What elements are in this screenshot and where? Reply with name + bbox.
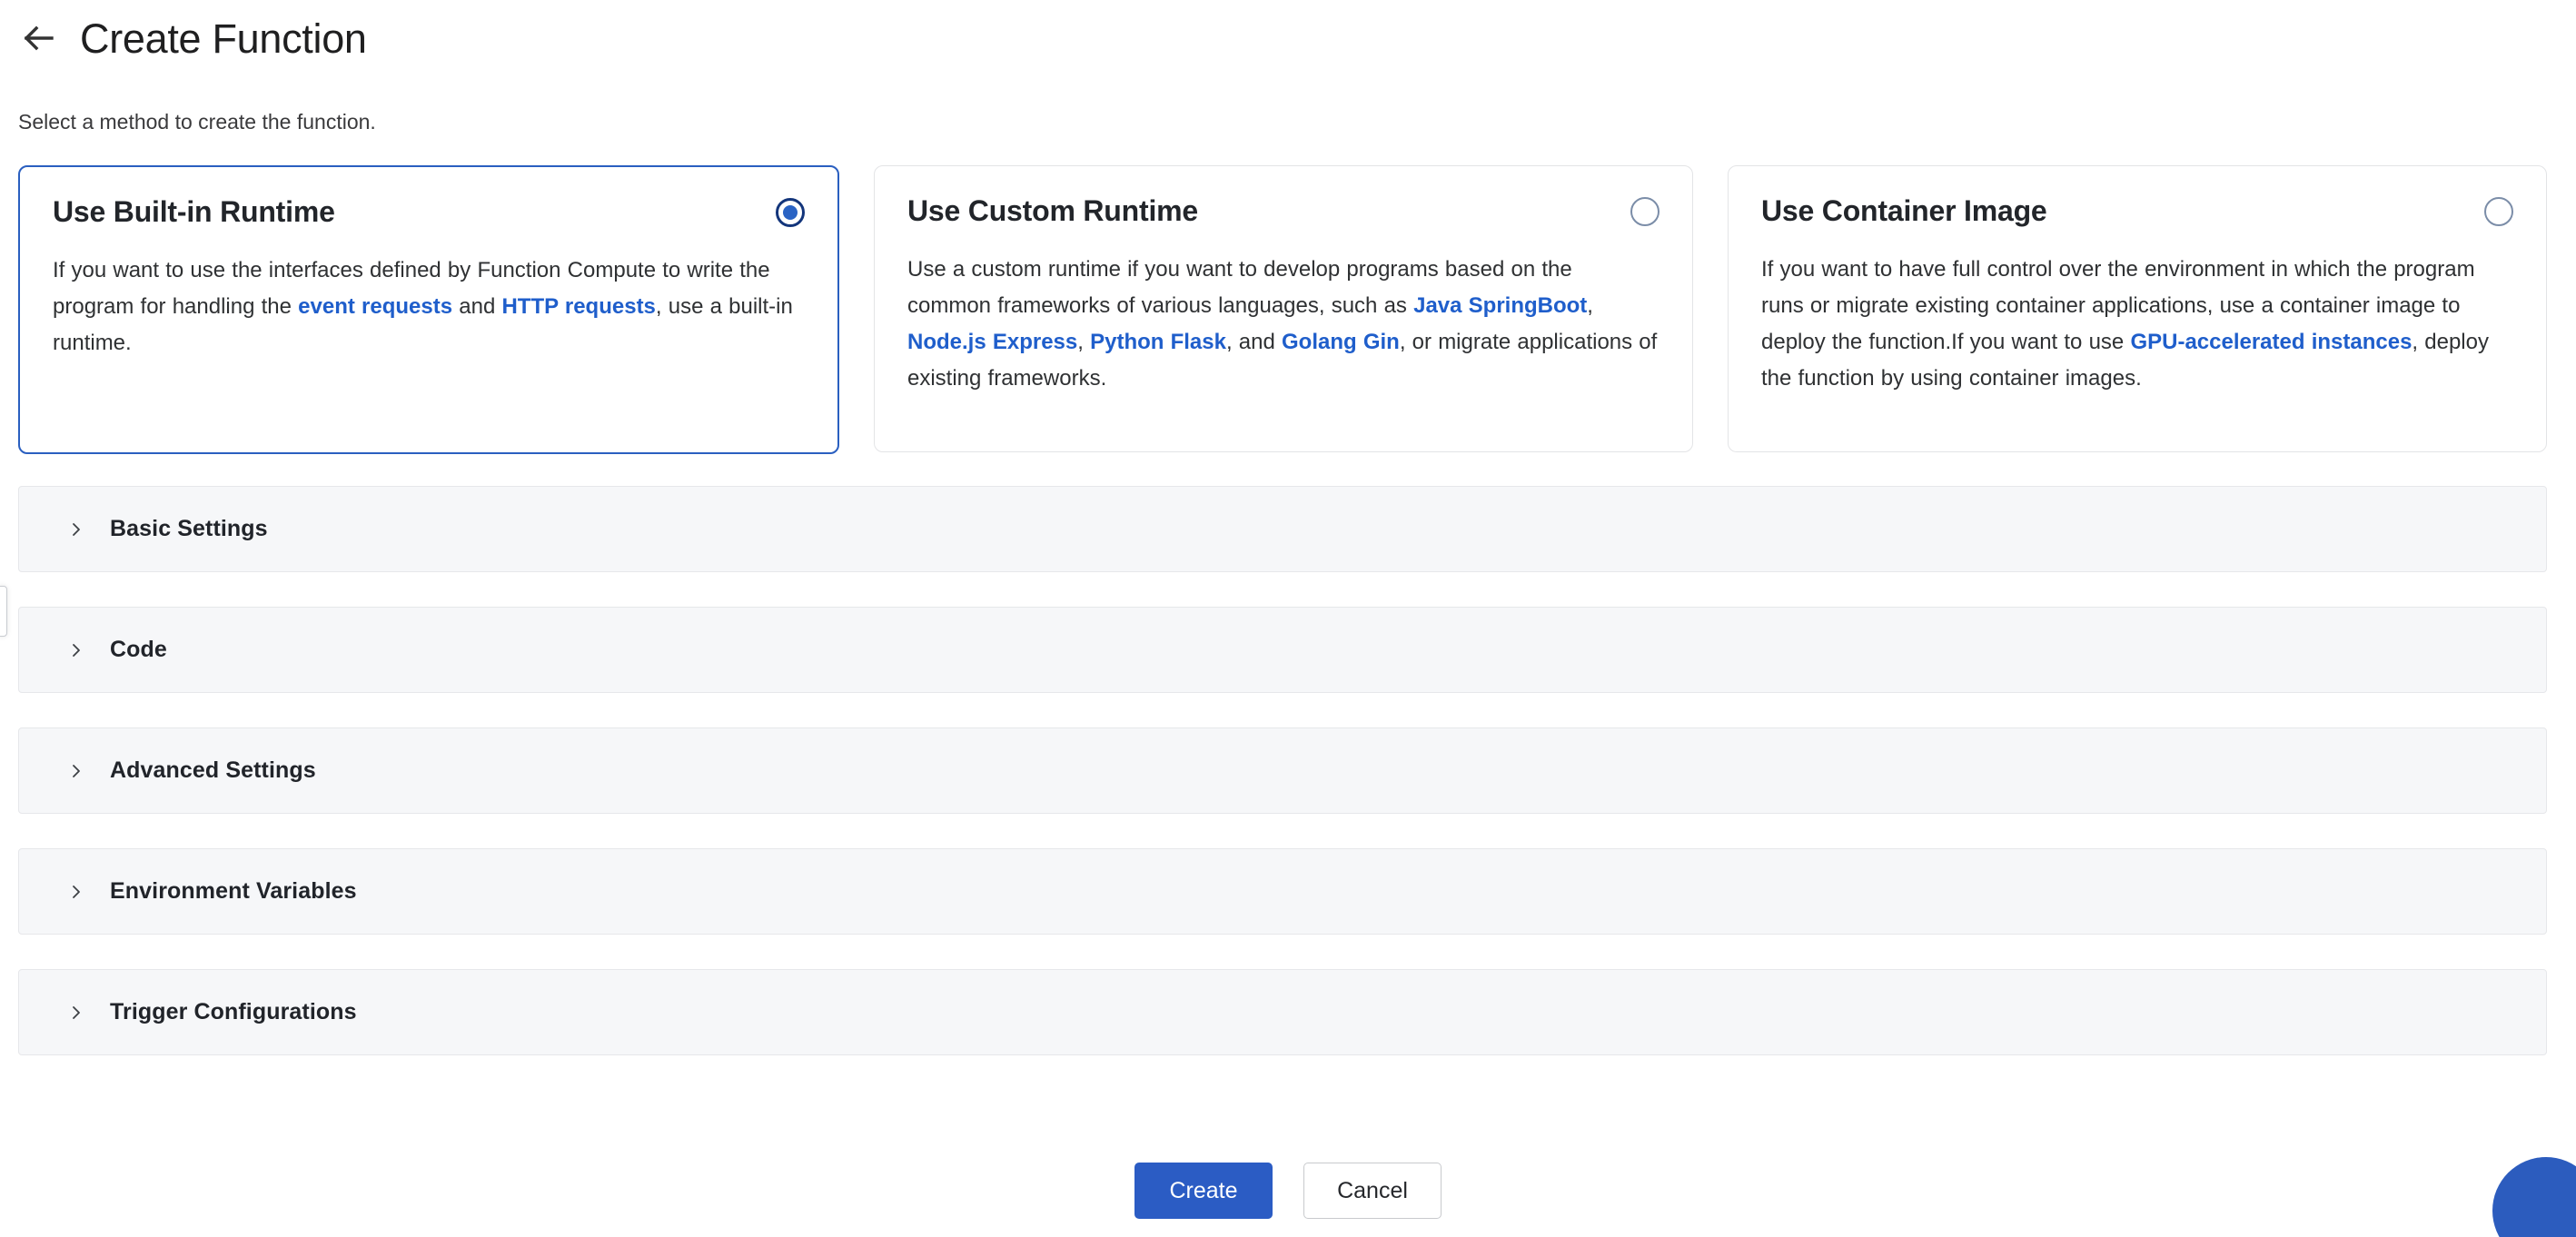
section-header[interactable]: Environment Variables: [18, 848, 2547, 935]
description-link[interactable]: Node.js Express: [907, 330, 1077, 354]
section-header[interactable]: Trigger Configurations: [18, 969, 2547, 1055]
page-title: Create Function: [80, 15, 367, 62]
method-card-title: Use Container Image: [1761, 194, 2047, 227]
form-actions: Create Cancel: [0, 1163, 2576, 1219]
section-label: Environment Variables: [110, 878, 357, 904]
method-card-list: Use Built-in Runtime If you want to use t…: [18, 165, 2547, 454]
method-card-title: Use Built-in Runtime: [53, 195, 335, 228]
method-card[interactable]: Use Built-in Runtime If you want to use t…: [18, 165, 839, 454]
cancel-button[interactable]: Cancel: [1303, 1163, 1442, 1219]
chevron-right-icon: [66, 640, 86, 660]
chevron-right-icon: [66, 882, 86, 902]
radio-checked-icon[interactable]: [776, 198, 805, 227]
create-button[interactable]: Create: [1134, 1163, 1273, 1219]
method-card-header: Use Custom Runtime: [907, 193, 1660, 228]
page-subtitle: Select a method to create the function.: [18, 110, 376, 134]
method-card-header: Use Container Image: [1761, 193, 2513, 228]
description-link[interactable]: Java SpringBoot: [1413, 293, 1587, 318]
method-card-description: Use a custom runtime if you want to deve…: [907, 252, 1660, 396]
section-header[interactable]: Advanced Settings: [18, 727, 2547, 814]
description-text: ,: [1587, 293, 1593, 319]
chevron-right-icon: [66, 520, 86, 539]
settings-sections: Basic Settings Code Advanced Settings Envir…: [18, 486, 2547, 1090]
radio-unchecked-icon[interactable]: [1630, 197, 1660, 226]
create-function-page: Create Function Select a method to creat…: [0, 0, 2576, 1237]
section-label: Trigger Configurations: [110, 999, 357, 1024]
description-link[interactable]: GPU-accelerated instances: [2130, 330, 2412, 354]
chevron-right-icon: [66, 761, 86, 781]
description-link[interactable]: Golang Gin: [1282, 330, 1400, 354]
chevron-right-icon: [66, 1003, 86, 1023]
method-card-description: If you want to have full control over th…: [1761, 252, 2513, 396]
description-link[interactable]: Python Flask: [1090, 330, 1226, 354]
description-text: ,: [1077, 330, 1091, 355]
description-text: , and: [1225, 330, 1283, 355]
method-card[interactable]: Use Custom Runtime Use a custom runtime i…: [874, 165, 1693, 452]
description-link[interactable]: HTTP requests: [501, 294, 655, 319]
section-header[interactable]: Basic Settings: [18, 486, 2547, 572]
arrow-left-icon[interactable]: [18, 17, 60, 59]
description-link[interactable]: event requests: [298, 294, 452, 319]
method-card[interactable]: Use Container Image If you want to have f…: [1728, 165, 2547, 452]
method-card-header: Use Built-in Runtime: [53, 194, 805, 229]
section-header[interactable]: Code: [18, 607, 2547, 693]
description-text: and: [452, 294, 502, 320]
section-label: Basic Settings: [110, 516, 268, 541]
method-card-description: If you want to use the interfaces define…: [53, 252, 805, 361]
page-header: Create Function: [18, 9, 367, 67]
section-label: Advanced Settings: [110, 757, 316, 783]
sidebar-collapse-handle[interactable]: [0, 586, 7, 637]
section-label: Code: [110, 637, 167, 662]
method-card-title: Use Custom Runtime: [907, 194, 1198, 227]
radio-unchecked-icon[interactable]: [2484, 197, 2513, 226]
